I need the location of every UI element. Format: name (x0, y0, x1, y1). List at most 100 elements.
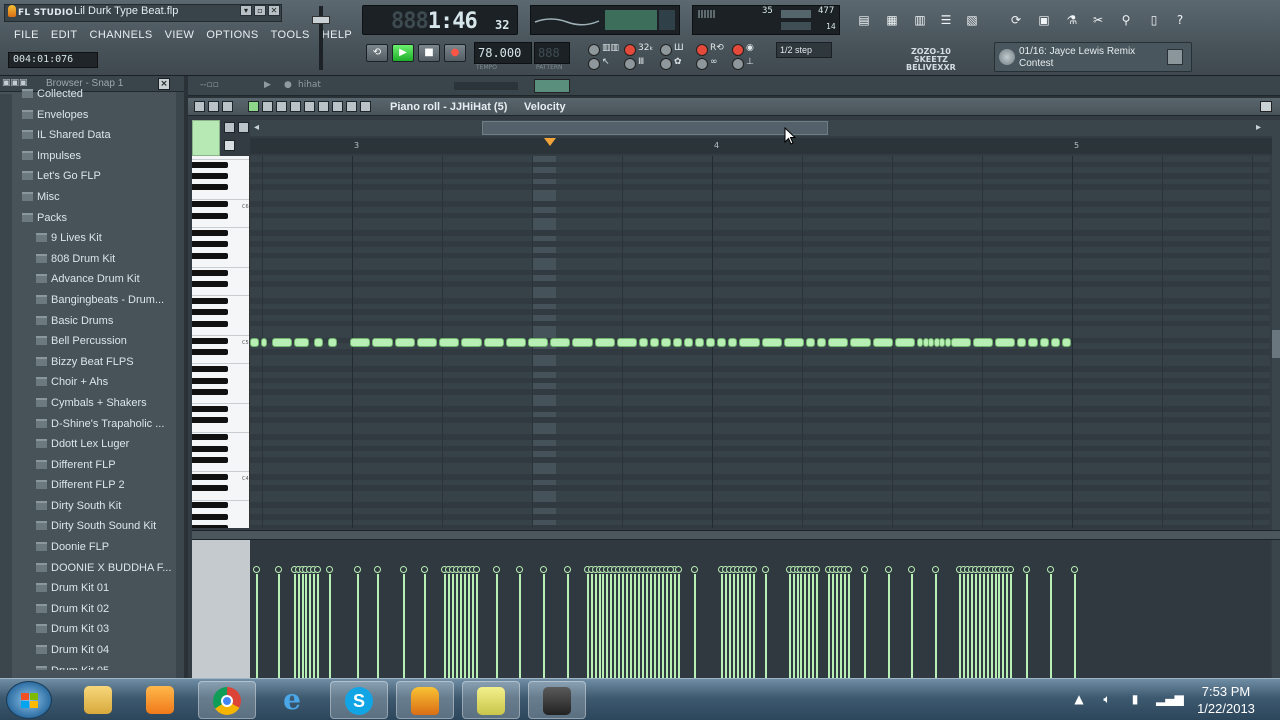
velocity-bar[interactable] (745, 574, 748, 678)
hihat-note[interactable] (639, 338, 649, 347)
browser-item-pack-1[interactable]: 808 Drum Kit (14, 249, 176, 270)
paw-toggle[interactable] (660, 58, 672, 70)
velocity-bar[interactable] (840, 574, 843, 678)
start-button[interactable] (6, 681, 52, 719)
velocity-bar[interactable] (467, 574, 470, 678)
velocity-scrollbar[interactable] (1272, 540, 1280, 678)
wait-for-input-toggle[interactable] (624, 44, 636, 56)
velocity-bar[interactable] (966, 574, 969, 678)
velocity-bar[interactable] (828, 574, 831, 678)
velocity-handle[interactable] (326, 566, 334, 573)
velocity-bar[interactable] (650, 574, 652, 678)
power-icon[interactable]: ▮ (1128, 692, 1142, 706)
velocity-bar[interactable] (634, 574, 637, 678)
velocity-bar[interactable] (590, 574, 593, 678)
keyboard-display-icon[interactable] (224, 140, 235, 151)
browser-item-pack-3[interactable]: Bangingbeats - Drum... (14, 290, 176, 311)
black-key[interactable] (192, 337, 228, 344)
velocity-bar[interactable] (614, 574, 617, 678)
velocity-handle[interactable] (1023, 566, 1031, 573)
velocity-bar[interactable] (455, 574, 458, 678)
playhead-marker[interactable] (544, 138, 556, 146)
browser-item-pack-20[interactable]: Drum Kit 04 (14, 640, 176, 661)
hihat-note[interactable] (850, 338, 871, 347)
hihat-note[interactable] (783, 338, 804, 347)
time-display[interactable]: 8881:46 32 (362, 5, 518, 35)
black-key[interactable] (192, 269, 228, 276)
master-volume-fader[interactable] (310, 6, 332, 70)
velocity-bar[interactable] (543, 574, 546, 678)
velocity-bar[interactable] (808, 574, 811, 678)
velocity-bar[interactable] (519, 574, 522, 678)
velocity-bar[interactable] (313, 574, 316, 678)
velocity-bar[interactable] (602, 574, 605, 678)
velocity-handle[interactable] (666, 566, 674, 573)
velocity-bar[interactable] (1010, 574, 1013, 678)
velocity-bar[interactable] (618, 574, 621, 678)
browser-item-top-1[interactable]: Envelopes (14, 105, 176, 126)
velocity-bar[interactable] (986, 574, 989, 678)
loop-record-toggle[interactable] (696, 44, 708, 56)
black-key[interactable] (192, 405, 228, 412)
view-icon[interactable]: ◉ (746, 43, 754, 53)
velocity-bar[interactable] (610, 574, 613, 678)
channel-select-icon[interactable]: ● (284, 80, 292, 90)
browser-scrollbar[interactable] (176, 92, 184, 678)
hihat-note[interactable] (261, 338, 268, 347)
velocity-bar[interactable] (962, 574, 965, 678)
velocity-bar[interactable] (638, 574, 641, 678)
vertical-scroll-thumb[interactable] (1272, 330, 1280, 358)
network-signal-icon[interactable]: ▂▄▆ (1156, 692, 1184, 706)
mute-icon[interactable] (290, 101, 301, 112)
black-key[interactable] (192, 434, 228, 441)
browser-item-pack-16[interactable]: DOONIE X BUDDHA F... (14, 558, 176, 579)
hihat-note[interactable] (313, 338, 324, 347)
black-key[interactable] (192, 525, 228, 528)
velocity-bar[interactable] (402, 574, 405, 678)
fader-knob[interactable] (312, 16, 330, 24)
step-sequencer-icon[interactable]: ▦ (884, 13, 900, 27)
velocity-bar[interactable] (646, 574, 649, 678)
velocity-bar[interactable] (317, 574, 320, 678)
browser-item-pack-10[interactable]: Ddott Lex Luger (14, 434, 176, 455)
hihat-note[interactable] (672, 338, 682, 347)
hihat-note[interactable] (761, 338, 782, 347)
minimize-button[interactable]: ▾ (240, 5, 252, 16)
render-icon[interactable]: ⚗ (1064, 13, 1080, 27)
snap-selector[interactable]: 1/2 step (776, 42, 832, 58)
velocity-bar[interactable] (448, 574, 451, 678)
velocity-bar[interactable] (935, 574, 938, 678)
hihat-note[interactable] (806, 338, 816, 347)
black-key[interactable] (192, 349, 228, 356)
zoom-icon[interactable] (332, 101, 343, 112)
link-icon[interactable]: ∞ (710, 57, 718, 67)
show-hidden-icons-icon[interactable]: ▲ (1072, 692, 1086, 706)
taskbar-camera-tool[interactable] (528, 681, 586, 719)
hihat-note[interactable] (372, 338, 393, 347)
velocity-handle[interactable] (540, 566, 548, 573)
play-button[interactable]: ▶ (392, 44, 414, 62)
velocity-bar[interactable] (622, 574, 625, 678)
hihat-note[interactable] (872, 338, 893, 347)
browser-item-top-4[interactable]: Let's Go FLP (14, 166, 176, 187)
velocity-bar[interactable] (752, 574, 755, 678)
browser-item-top-0[interactable]: Collected (14, 84, 176, 105)
tempo-display[interactable]: 78.000 (474, 42, 532, 64)
browser-item-pack-7[interactable]: Choir + Ahs (14, 372, 176, 393)
velocity-bar[interactable] (749, 574, 751, 678)
velocity-bar[interactable] (661, 574, 664, 678)
velocity-bar[interactable] (475, 574, 478, 678)
hihat-note[interactable] (1028, 338, 1038, 347)
velocity-bar[interactable] (978, 574, 981, 678)
hihat-note[interactable] (1050, 338, 1060, 347)
step-edit-toggle[interactable] (660, 44, 672, 56)
velocity-handle[interactable] (1046, 566, 1054, 573)
hihat-note[interactable] (394, 338, 415, 347)
black-key[interactable] (192, 229, 228, 236)
velocity-bar[interactable] (598, 574, 601, 678)
black-key[interactable] (192, 485, 228, 492)
loop-mode-button[interactable]: ⟲ (366, 44, 388, 62)
velocity-bar[interactable] (606, 574, 609, 678)
velocity-bar[interactable] (998, 574, 1001, 678)
black-key[interactable] (192, 201, 228, 208)
